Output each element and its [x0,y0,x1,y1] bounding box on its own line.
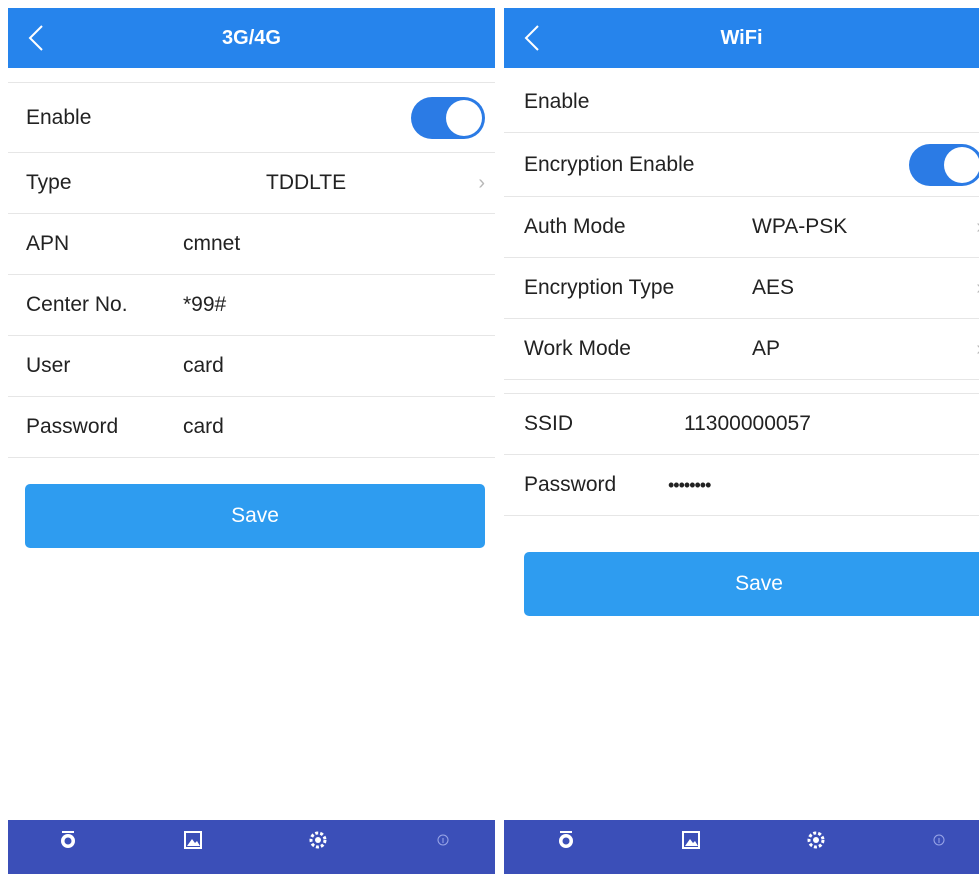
section-divider [504,380,979,394]
work-mode-label: Work Mode [524,337,631,360]
password-field[interactable]: card [183,415,224,439]
auth-mode-row[interactable]: Auth Mode WPA-PSK › [504,197,979,258]
settings-list: Enable Encryption Enable Auth Mode WPA-P… [504,72,979,516]
type-value: TDDLTE [266,171,347,194]
page-title: WiFi [720,27,763,49]
toggle-knob [446,100,482,136]
ssid-label: SSID [524,412,574,435]
encryption-enable-label: Encryption Enable [524,152,695,176]
header-bar: WiFi [504,8,979,68]
encryption-type-label: Encryption Type [524,276,675,299]
password-field[interactable]: •••••••• [668,475,711,496]
tab-info[interactable] [413,820,473,874]
ssid-row: SSID 11300000057 [504,394,979,455]
enable-label: Enable [26,105,92,129]
center-no-field[interactable]: *99# [183,293,226,317]
password-row: Password •••••••• [504,455,979,516]
tab-camera[interactable] [38,820,98,874]
save-button[interactable]: Save [524,552,979,616]
gallery-icon [682,831,700,849]
enable-row: Enable [504,72,979,133]
center-no-row: Center No. *99# [8,275,495,336]
tab-info[interactable] [909,820,969,874]
enable-row: Enable [8,83,495,153]
settings-list: Enable Type TDDLTE › APN cmnet Center No… [8,82,495,458]
type-row[interactable]: Type TDDLTE › [8,153,495,214]
center-no-label: Center No. [26,293,128,316]
auth-mode-value: WPA-PSK [752,215,848,238]
user-field[interactable]: card [183,354,224,378]
enable-toggle[interactable] [411,97,485,139]
tab-camera[interactable] [536,820,596,874]
tab-settings[interactable] [786,820,846,874]
password-row: Password card [8,397,495,458]
chevron-left-icon [28,25,43,51]
page-title: 3G/4G [222,27,281,49]
toggle-knob [944,147,979,183]
chevron-right-icon: › [478,171,485,194]
back-button[interactable] [18,18,58,58]
tab-gallery[interactable] [661,820,721,874]
encryption-type-value: AES [752,276,795,299]
settings-icon [807,831,825,849]
bottom-tab-bar [504,820,979,874]
header-bar: 3G/4G [8,8,495,68]
camera-icon [61,831,75,848]
wifi-settings-screen: WiFi Enable Encryption Enable Auth Mode … [504,0,979,874]
tab-settings[interactable] [288,820,348,874]
apn-row: APN cmnet [8,214,495,275]
settings-icon [309,831,327,849]
gallery-icon [184,831,202,849]
user-label: User [26,354,71,377]
screen-divider [495,0,504,874]
tab-gallery[interactable] [163,820,223,874]
back-button[interactable] [514,18,554,58]
encryption-enable-toggle[interactable] [909,144,979,186]
save-button[interactable]: Save [25,484,485,548]
chevron-left-icon [524,25,539,51]
camera-icon [559,831,573,848]
encryption-type-row[interactable]: Encryption Type AES › [504,258,979,319]
user-row: User card [8,336,495,397]
ssid-field[interactable]: 11300000057 [684,412,811,436]
bottom-tab-bar [8,820,495,874]
apn-field[interactable]: cmnet [183,232,240,256]
encryption-enable-row: Encryption Enable [504,133,979,197]
auth-mode-label: Auth Mode [524,215,626,238]
password-label: Password [26,415,119,438]
type-label: Type [26,171,72,194]
enable-label: Enable [524,90,590,113]
info-icon [437,834,449,846]
work-mode-row[interactable]: Work Mode AP › [504,319,979,380]
apn-label: APN [26,232,70,255]
work-mode-value: AP [752,337,781,360]
password-label: Password [524,473,617,496]
cellular-settings-screen: 3G/4G Enable Type TDDLTE › APN cmnet Cen… [8,0,495,874]
info-icon [933,834,945,846]
